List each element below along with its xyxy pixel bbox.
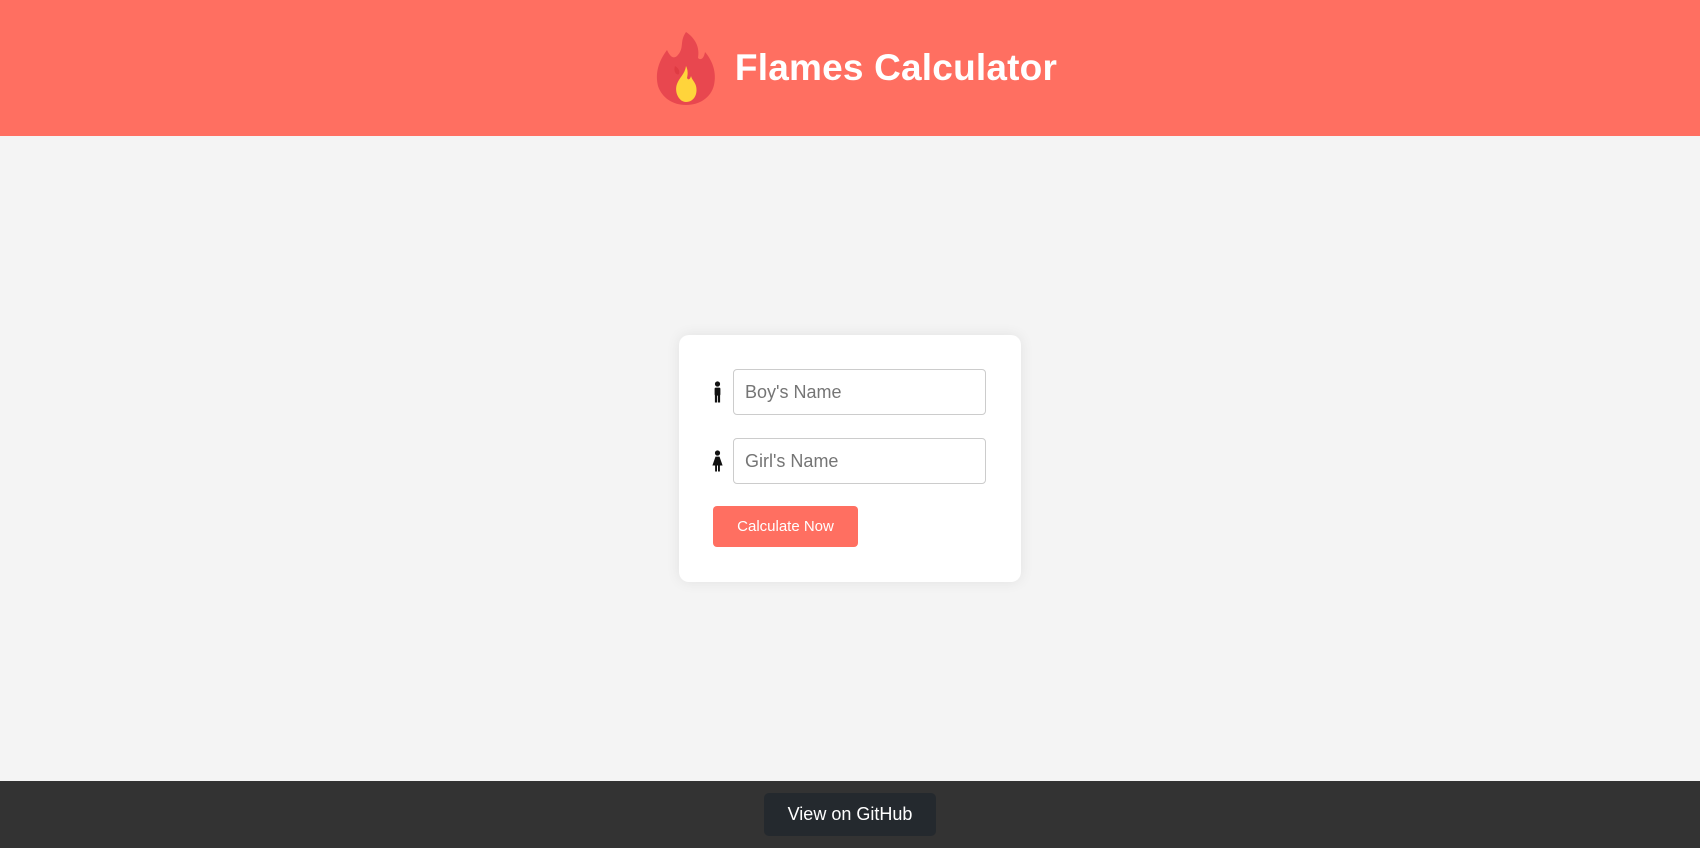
man-icon <box>714 381 721 403</box>
boy-name-input[interactable] <box>733 369 986 415</box>
header: Flames Calculator <box>0 0 1700 136</box>
woman-icon <box>712 450 723 472</box>
calculate-now-button[interactable]: Calculate Now <box>713 506 858 547</box>
header-brand: Flames Calculator <box>655 30 1057 106</box>
girl-name-input[interactable] <box>733 438 986 484</box>
footer: View on GitHub <box>0 781 1700 848</box>
girl-name-row <box>711 438 986 484</box>
calculator-card: Calculate Now <box>679 335 1021 582</box>
page-title: Flames Calculator <box>734 47 1058 88</box>
view-on-github-link[interactable]: View on GitHub <box>764 793 936 836</box>
fire-icon <box>656 32 715 105</box>
boy-name-row <box>711 369 986 415</box>
